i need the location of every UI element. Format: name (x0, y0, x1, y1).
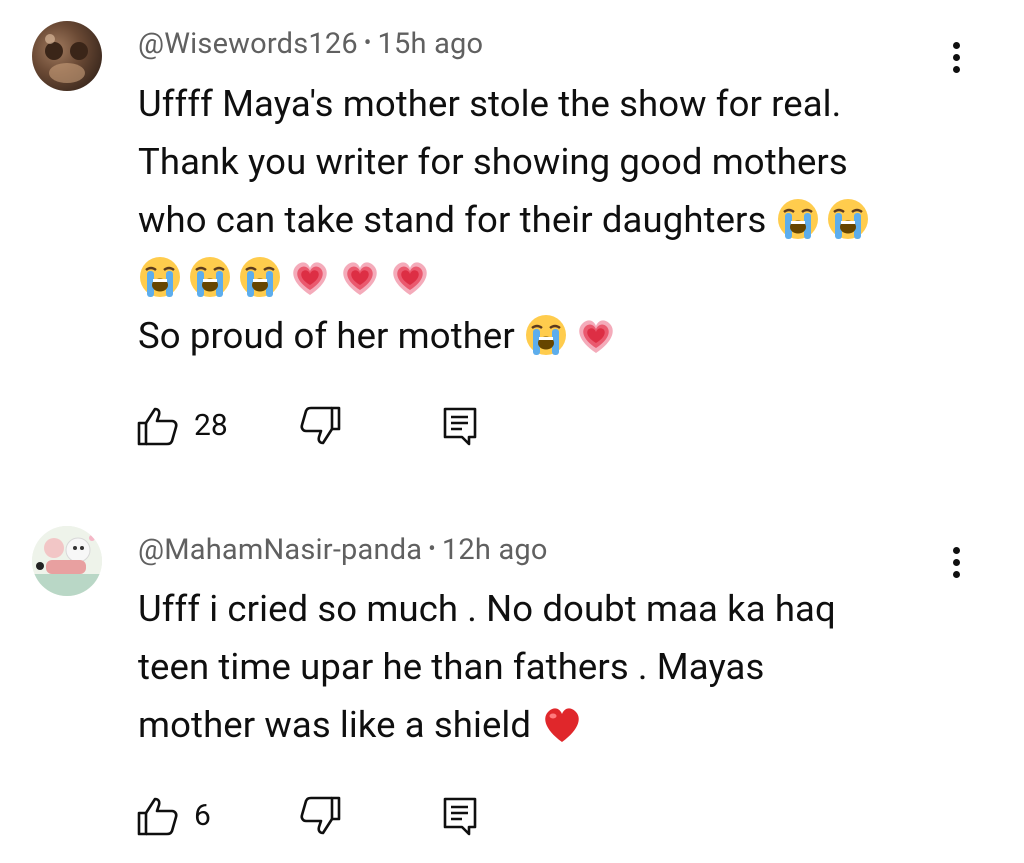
red-heart-icon (545, 708, 579, 742)
comment-line: mother was like a shield (138, 696, 958, 754)
sparkling-heart-icon (343, 262, 377, 295)
meta-separator: • (363, 31, 372, 56)
crying-face-icon (238, 255, 282, 299)
crying-face-icon (524, 313, 568, 357)
crying-face-icon (138, 255, 182, 299)
crying-face-icon (826, 197, 869, 241)
comment-meta: @MahamNasir-panda • 12h ago (138, 533, 548, 567)
thumbs-down-icon[interactable] (298, 796, 342, 836)
like-count: 28 (194, 408, 228, 443)
comment-time: 12h ago (441, 533, 548, 567)
comment-time: 15h ago (377, 27, 484, 61)
crying-face-icon (776, 197, 819, 241)
reply-icon[interactable] (442, 796, 478, 836)
avatar-image-icon (45, 34, 88, 83)
comment-text: Ufff i cried so much . No doubt maa ka h… (138, 580, 958, 754)
thumbs-down-icon[interactable] (298, 406, 342, 446)
comment-line: who can take stand for their daughters (138, 191, 958, 249)
sparkling-heart-icon (579, 320, 613, 353)
comment-meta: @Wisewords126 • 15h ago (138, 27, 483, 61)
avatar[interactable] (32, 21, 102, 91)
avatar[interactable] (32, 526, 102, 596)
reply-icon[interactable] (442, 406, 478, 446)
like-count: 6 (194, 798, 211, 833)
thumbs-up-icon[interactable] (136, 796, 180, 836)
comment-line: Ufff i cried so much . No doubt maa ka h… (138, 587, 836, 630)
meta-separator: • (428, 537, 436, 562)
comment-text: Uffff Maya's mother stole the show for r… (138, 75, 958, 365)
avatar-image-icon (32, 526, 102, 596)
sparkling-heart-icon (393, 262, 427, 295)
thumbs-up-icon[interactable] (136, 406, 180, 446)
author-name[interactable]: @MahamNasir-panda (138, 533, 422, 567)
sparkling-heart-icon (293, 262, 327, 295)
comment-line: teen time upar he than fathers . Mayas (138, 645, 765, 688)
comment-line: Uffff Maya's mother stole the show for r… (138, 82, 842, 125)
comment-line: Thank you writer for showing good mother… (138, 140, 848, 183)
crying-face-icon (188, 255, 232, 299)
comment-line (138, 249, 958, 307)
comment-line: So proud of her mother (138, 307, 958, 365)
author-name[interactable]: @Wisewords126 (138, 27, 358, 61)
